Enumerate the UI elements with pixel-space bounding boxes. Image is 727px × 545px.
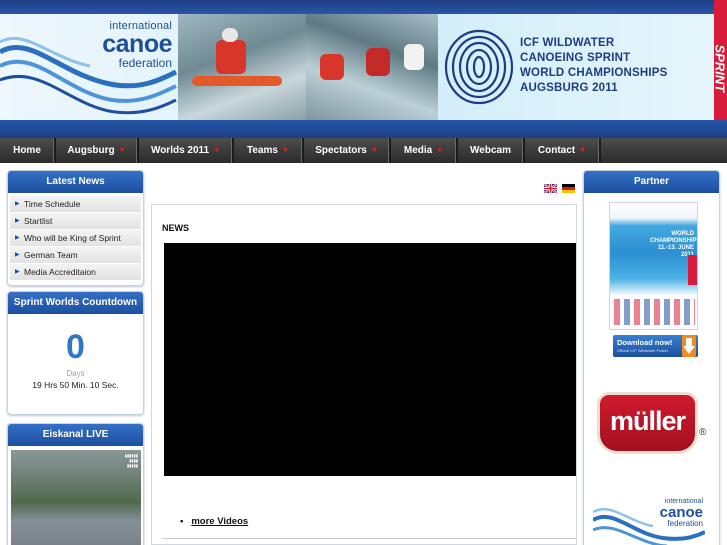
registered-mark: ® <box>699 427 707 438</box>
news-item-label: Startlist <box>24 216 53 226</box>
muller-sponsor-logo[interactable]: müller <box>597 392 698 454</box>
sprint-label: SPRINT <box>712 44 727 93</box>
poster-line-3: 11.-13. JUNE <box>657 245 694 251</box>
dropdown-caret-icon: ▼ <box>282 147 289 154</box>
news-item-king-of-sprint[interactable]: ▶ Who will be King of Sprint <box>10 230 141 246</box>
logo-line-2: canoe <box>102 30 172 58</box>
header-photo-kayakers <box>306 14 438 120</box>
partner-title: Partner <box>584 171 719 193</box>
nav-label: Teams <box>247 145 278 156</box>
news-item-label: German Team <box>24 250 78 260</box>
nav-label: Spectators <box>315 145 367 156</box>
nav-item-augsburg[interactable]: Augsburg ▼ <box>56 138 139 163</box>
countdown-remaining: 19 Hrs 50 Min. 10 Sec. <box>32 380 119 390</box>
countdown-days-label: Days <box>66 369 85 378</box>
icf-wordmark: international canoe federation <box>96 21 172 70</box>
countdown-box: Sprint Worlds Countdown 0 Days 19 Hrs 50… <box>7 291 144 415</box>
main-navigation: Home Augsburg ▼ Worlds 2011 ▼ Teams ▼ Spect… <box>0 138 727 163</box>
german-flag-icon[interactable] <box>562 184 575 193</box>
sponsor-name: müller <box>609 406 686 436</box>
event-title-line-2: CANOEING SPRINT <box>520 52 631 64</box>
divider <box>162 538 576 539</box>
top-strip <box>0 0 727 14</box>
dropdown-caret-icon: ▼ <box>579 147 587 154</box>
news-item-label: Time Schedule <box>24 199 81 209</box>
nav-label: Worlds 2011 <box>150 145 210 156</box>
download-poster-button[interactable]: Download now! Official ICF Wildwater Pos… <box>613 335 698 357</box>
eiskanal-title: Eiskanal LIVE <box>8 424 143 446</box>
video-player[interactable] <box>164 243 576 476</box>
nav-item-media[interactable]: Media ▼ <box>391 138 458 163</box>
countdown-days-value: 0 <box>66 328 85 366</box>
header-photo-canoeist <box>178 14 306 120</box>
kayaker-figure <box>366 48 390 76</box>
kayak <box>192 76 282 86</box>
icf-logo[interactable]: international canoe federation <box>0 14 178 120</box>
poster-sponsor-logos <box>614 299 695 325</box>
news-item-label: Media Accreditaion <box>24 267 96 277</box>
nav-label: Media <box>403 145 433 156</box>
nav-label: Webcam <box>470 145 511 156</box>
nav-label: Home <box>13 145 41 156</box>
nav-item-spectators[interactable]: Spectators ▼ <box>304 138 391 163</box>
dropdown-caret-icon: ▼ <box>436 147 444 154</box>
arrow-right-icon: ▶ <box>15 269 20 275</box>
kayaker-figure <box>404 44 424 70</box>
latest-news-list: ▶ Time Schedule ▶ Startlist ▶ Who will be K… <box>8 193 143 280</box>
arrow-right-icon: ▶ <box>15 218 20 224</box>
poster-line-2: CHAMPIONSHIPS <box>650 238 698 244</box>
icf-partner-logo[interactable]: international canoe federation <box>591 494 706 545</box>
event-emblem-icon <box>444 29 514 105</box>
event-title-line-3: WORLD CHAMPIONSHIPS <box>520 67 668 79</box>
arrow-right-icon: ▶ <box>15 235 20 241</box>
nav-item-worlds-2011[interactable]: Worlds 2011 ▼ <box>139 138 234 163</box>
poster-line-1: WORLD <box>671 231 694 237</box>
nav-item-home[interactable]: Home <box>0 138 56 163</box>
download-sublabel: Official ICF Wildwater Poster <box>617 348 669 353</box>
main-content-panel: NEWS more Videos <box>151 204 577 545</box>
dropdown-caret-icon: ▼ <box>118 147 126 154</box>
english-flag-icon[interactable] <box>544 184 557 193</box>
icf-line-2: canoe <box>659 504 703 521</box>
icf-partner-wordmark: international canoe federation <box>651 498 703 528</box>
poster-sprint-ribbon <box>688 255 697 285</box>
download-arrow-icon <box>682 335 696 357</box>
eiskanal-live-box: Eiskanal LIVE ▮▮▮▮▮▮ ▮▮▮▮ ▮▮▮▮▮ <box>7 423 144 545</box>
webcam-image[interactable]: ▮▮▮▮▮▮ ▮▮▮▮ ▮▮▮▮▮ <box>11 450 141 545</box>
nav-item-teams[interactable]: Teams ▼ <box>234 138 304 163</box>
nav-item-webcam[interactable]: Webcam <box>458 138 525 163</box>
dropdown-caret-icon: ▼ <box>370 147 378 154</box>
icf-line-3: federation <box>667 519 703 528</box>
countdown-title: Sprint Worlds Countdown <box>8 292 143 314</box>
kayaker-figure <box>320 54 344 80</box>
header-banner: international canoe federation ICF WILDW… <box>0 14 727 120</box>
news-item-startlist[interactable]: ▶ Startlist <box>10 213 141 229</box>
news-heading: NEWS <box>162 223 189 233</box>
news-item-media-accreditation[interactable]: ▶ Media Accreditaion <box>10 264 141 280</box>
event-title-line-1: ICF WILDWATER <box>520 37 615 49</box>
latest-news-title: Latest News <box>8 171 143 193</box>
latest-news-box: Latest News ▶ Time Schedule ▶ Startlist ▶ W… <box>7 170 144 286</box>
arrow-right-icon: ▶ <box>15 252 20 258</box>
arrow-right-icon: ▶ <box>15 201 20 207</box>
dropdown-caret-icon: ▼ <box>213 147 221 154</box>
nav-item-contact[interactable]: Contact ▼ <box>525 138 601 163</box>
logo-line-3: federation <box>118 56 172 70</box>
kayaker-figure <box>216 40 246 74</box>
webcam-overlay: ▮▮▮▮▮▮ ▮▮▮▮ ▮▮▮▮▮ <box>124 453 138 468</box>
more-videos-link[interactable]: more Videos <box>180 516 248 527</box>
download-label: Download now! <box>617 338 673 347</box>
event-title: ICF WILDWATER CANOEING SPRINT WORLD CHAM… <box>520 36 668 96</box>
header-blue-band <box>0 120 727 138</box>
championship-poster[interactable]: WORLD CHAMPIONSHIPS 11.-13. JUNE 2011 <box>609 202 698 330</box>
nav-label: Contact <box>537 145 576 156</box>
event-title-line-4: AUGSBURG 2011 <box>520 82 618 94</box>
news-item-label: Who will be King of Sprint <box>24 233 121 243</box>
news-item-german-team[interactable]: ▶ German Team <box>10 247 141 263</box>
news-item-time-schedule[interactable]: ▶ Time Schedule <box>10 196 141 212</box>
nav-label: Augsburg <box>67 145 115 156</box>
helmet <box>222 28 238 42</box>
